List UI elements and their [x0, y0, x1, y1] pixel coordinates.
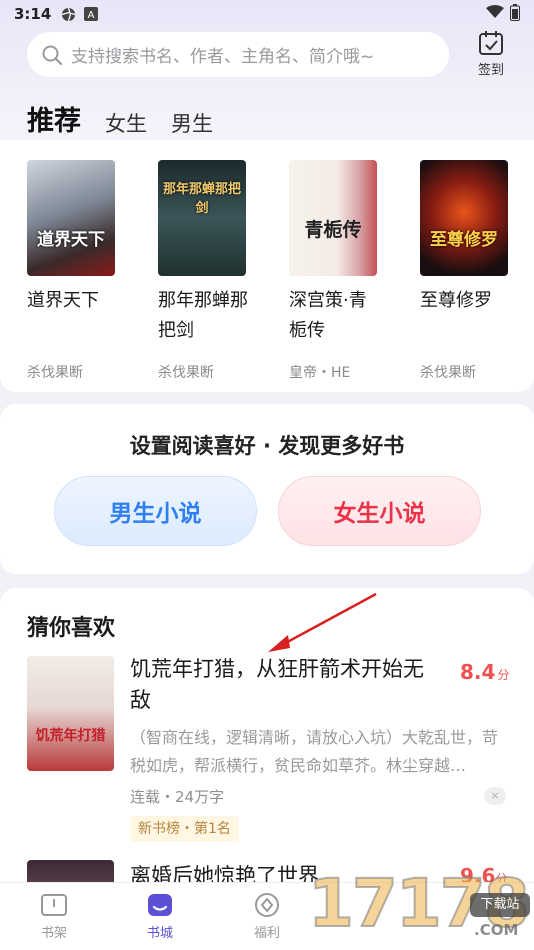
book-cover: 那年那蝉那把剑 [158, 160, 246, 276]
book-meta: 连载・24万字 [130, 788, 225, 806]
book-card[interactable]: 至尊修罗 至尊修罗 杀伐果断 [420, 160, 510, 382]
dismiss-button[interactable]: × [484, 787, 506, 805]
book-card[interactable]: 道界天下 道界天下 杀伐果断 [27, 160, 117, 382]
bookshelf-icon [41, 894, 67, 916]
status-bar: 3:14 A [0, 0, 534, 28]
book-author: 杀伐果断 [158, 365, 214, 381]
status-time: 3:14 [14, 5, 52, 23]
rank-badge: 新书榜・第1名 [130, 816, 239, 842]
reading-preference-section: 设置阅读喜好 · 发现更多好书 男生小说 女生小说 [0, 404, 534, 574]
female-novel-button[interactable]: 女生小说 [278, 476, 481, 546]
book-cover-title: 道界天下 [37, 230, 105, 250]
score-unit: 分 [497, 668, 510, 682]
battery-icon [510, 3, 520, 25]
book-cover-title: 至尊修罗 [430, 230, 498, 250]
search-placeholder: 支持搜索书名、作者、主角名、简介哦~ [71, 47, 375, 67]
male-novel-button[interactable]: 男生小说 [54, 476, 257, 546]
book-cover: 至尊修罗 [420, 160, 508, 276]
annotation-arrow [268, 592, 377, 652]
checkin-label: 签到 [477, 63, 504, 78]
book-cover-title: 那年那蝉那把剑 [162, 182, 241, 216]
aperture-icon [61, 7, 76, 22]
watermark-download-label: 下载站 [470, 893, 530, 917]
book-title: 深宫策·青栀传 [289, 290, 367, 341]
search-icon [42, 45, 63, 65]
nav-welfare[interactable]: 福利 [237, 893, 297, 941]
book-title: 至尊修罗 [420, 290, 492, 311]
book-description: （智商在线，逻辑清晰，请放心入坑）大乾乱世，苛税如虎，帮派横行，贫民命如草芥。林… [130, 728, 499, 775]
book-cover: 道界天下 [27, 160, 115, 276]
watermark-domain: .COM [474, 921, 519, 939]
book-title[interactable]: 饥荒年打猎，从狂肝箭术开始无敌 [130, 654, 440, 716]
welfare-icon [255, 893, 279, 917]
app-notification-icon: A [84, 6, 99, 22]
book-score: 8.4 分 [460, 660, 509, 684]
nav-label: 书城 [146, 926, 173, 941]
status-indicators [486, 3, 520, 25]
tab-recommend[interactable]: 推荐 [27, 99, 81, 148]
nav-label: 福利 [253, 926, 280, 941]
book-title: 那年那蝉那把剑 [158, 290, 248, 341]
recommend-books-section: 道界天下 道界天下 杀伐果断 那年那蝉那把剑 那年那蝉那把剑 杀伐果断 青栀传 … [0, 140, 534, 392]
tab-male[interactable]: 男生 [171, 108, 213, 138]
book-author: 皇帝・HE [289, 365, 351, 381]
bookstore-icon [148, 894, 172, 916]
book-title: 道界天下 [27, 290, 99, 311]
preference-title: 设置阅读喜好 · 发现更多好书 [129, 434, 405, 458]
book-cover-title: 饥荒年打猎 [35, 728, 106, 744]
book-cover-title: 青栀传 [304, 219, 362, 241]
tab-female[interactable]: 女生 [105, 108, 147, 138]
svg-text:A: A [88, 10, 95, 21]
category-tabs: 推荐 女生 男生 [27, 94, 237, 148]
calendar-check-icon [479, 31, 503, 55]
nav-bookstore[interactable]: 书城 [130, 893, 190, 941]
score-value: 8.4 [460, 660, 496, 684]
book-cover[interactable]: 饥荒年打猎 [27, 656, 114, 771]
book-author: 杀伐果断 [27, 365, 83, 381]
wifi-icon [486, 5, 504, 23]
search-input[interactable]: 支持搜索书名、作者、主角名、简介哦~ [27, 32, 449, 77]
book-author: 杀伐果断 [420, 365, 476, 381]
book-card[interactable]: 青栀传 深宫策·青栀传 皇帝・HE [289, 160, 379, 382]
checkin-button[interactable]: 签到 [468, 30, 514, 80]
book-cover: 青栀传 [289, 160, 377, 276]
nav-bookshelf[interactable]: 书架 [24, 893, 84, 941]
book-card[interactable]: 那年那蝉那把剑 那年那蝉那把剑 杀伐果断 [158, 160, 248, 382]
section-title: 猜你喜欢 [27, 616, 116, 641]
nav-label: 书架 [40, 926, 67, 941]
